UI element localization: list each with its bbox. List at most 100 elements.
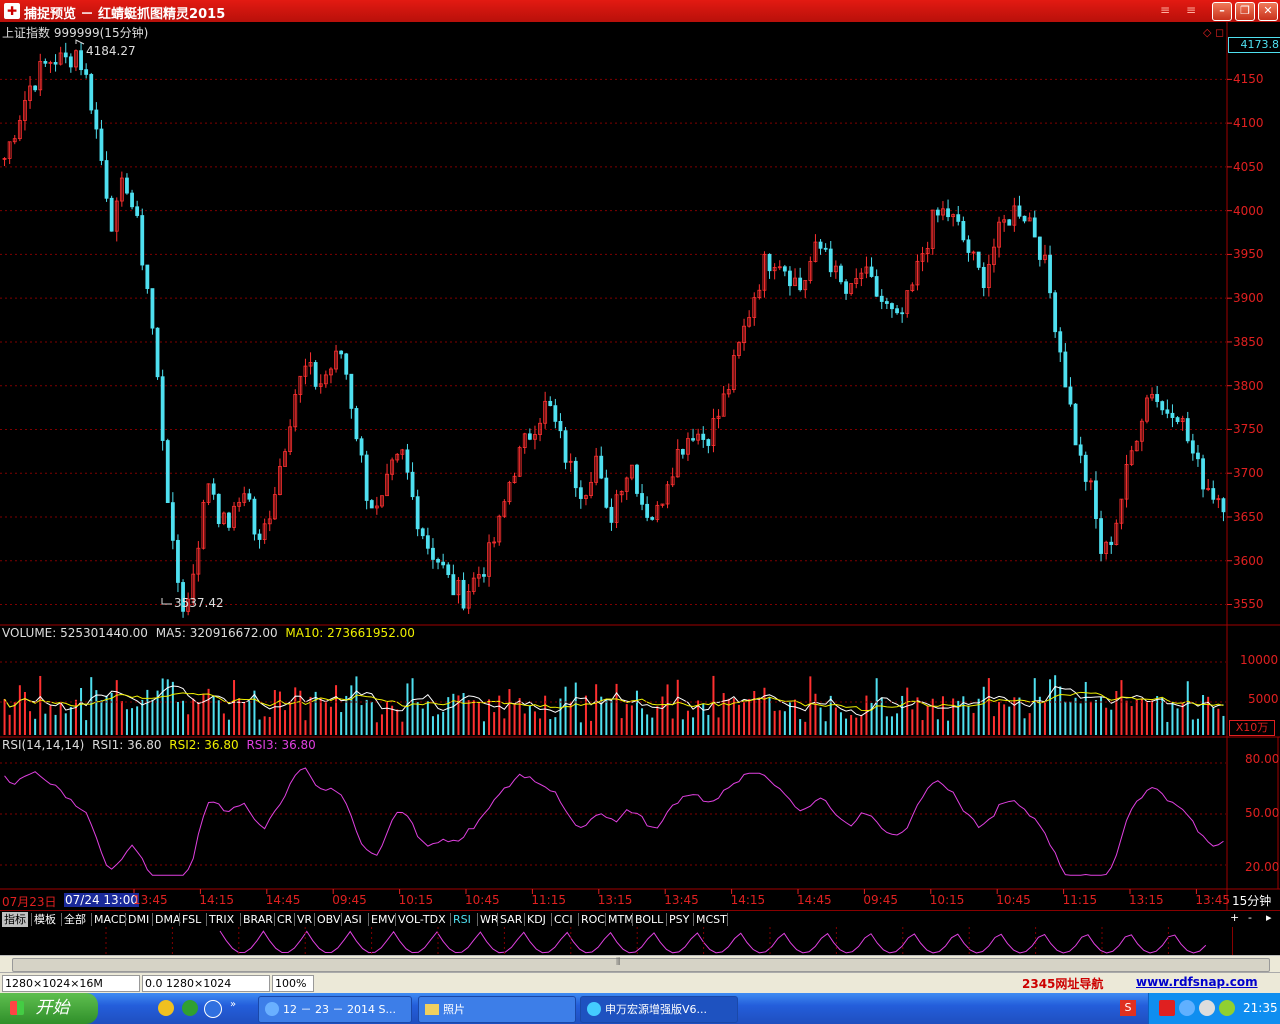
rsi-tick-50: 50.00 xyxy=(1245,806,1280,820)
y-axis-label: 3850 xyxy=(1233,334,1264,349)
candle-body xyxy=(252,498,257,535)
start-button[interactable]: 开始 xyxy=(0,993,98,1024)
candle-body xyxy=(609,506,614,523)
period-label[interactable]: 15分钟 xyxy=(1232,892,1271,909)
tab-vr[interactable]: VR xyxy=(295,912,314,927)
date-label-1: 07月23日 xyxy=(2,895,57,909)
site-link[interactable]: www.rdfsnap.com xyxy=(1136,975,1258,989)
maximize-button[interactable]: ❐ xyxy=(1235,2,1255,21)
task-button-3[interactable]: 申万宏源增强版V6... xyxy=(580,996,738,1023)
candle-body xyxy=(798,277,803,291)
tab-kdj[interactable]: KDJ xyxy=(525,912,548,927)
input-method-icon[interactable]: S xyxy=(1120,1000,1136,1016)
candle-body xyxy=(874,276,879,297)
quicklaunch-more-icon[interactable]: » xyxy=(230,999,236,1010)
mini-panel-side xyxy=(1232,927,1280,955)
candle-body xyxy=(706,439,711,446)
tab-scroll-minus[interactable]: - xyxy=(1248,911,1252,924)
rsi3-value: RSI3: 36.80 xyxy=(246,738,316,752)
candle-body xyxy=(109,197,114,232)
candle-body xyxy=(788,270,792,287)
candle-body xyxy=(578,487,583,499)
task-button-2[interactable]: 照片 xyxy=(418,996,576,1023)
minimize-button[interactable]: – xyxy=(1212,2,1232,21)
tab-cr[interactable]: CR xyxy=(275,912,294,927)
candle-body xyxy=(89,74,94,111)
y-axis-label: 4150 xyxy=(1233,72,1264,87)
candle-body xyxy=(150,288,155,329)
tab-vol-tdx[interactable]: VOL-TDX xyxy=(396,912,448,927)
tab-asi[interactable]: ASI xyxy=(342,912,364,927)
tab-scroll-arrow[interactable]: ▸ xyxy=(1266,911,1272,924)
quicklaunch-icon-1[interactable] xyxy=(158,1000,174,1016)
tab-全部[interactable]: 全部 xyxy=(62,912,88,927)
candle-body xyxy=(140,215,145,266)
tab-sar[interactable]: SAR xyxy=(498,912,524,927)
candle-body xyxy=(420,528,425,537)
horizontal-scrollbar[interactable]: ⦀ xyxy=(0,955,1280,973)
candle-body xyxy=(247,493,252,500)
candle-body xyxy=(548,400,553,407)
tab-boll[interactable]: BOLL xyxy=(633,912,665,927)
scroll-thumb[interactable] xyxy=(12,958,1270,972)
tray-icon-1[interactable] xyxy=(1159,1000,1175,1016)
candle-body xyxy=(339,350,344,355)
y-axis-label: 3600 xyxy=(1233,553,1264,568)
tab-separator xyxy=(727,913,728,926)
candle-body xyxy=(844,281,848,294)
tab-trix[interactable]: TRIX xyxy=(207,912,236,927)
tab-roc[interactable]: ROC xyxy=(579,912,607,927)
scroll-grip-icon: ⦀ xyxy=(616,957,621,968)
candle-body xyxy=(461,579,466,609)
candle-body xyxy=(1201,458,1205,490)
y-axis-label: 3950 xyxy=(1233,247,1264,262)
time-tick-label: 11:15 xyxy=(531,893,566,907)
tray-icon-4[interactable] xyxy=(1219,1000,1235,1016)
volume-ma5: MA5: 320916672.00 xyxy=(155,626,278,640)
tab-macd[interactable]: MACD xyxy=(92,912,129,927)
quicklaunch-icon-3[interactable] xyxy=(204,1000,222,1018)
tray-shield-icon[interactable] xyxy=(1179,1000,1195,1016)
tab-mcst[interactable]: MCST xyxy=(694,912,729,927)
tab-dmi[interactable]: DMI xyxy=(126,912,151,927)
clock: 21:35 xyxy=(1243,1001,1278,1015)
tray-icon-3[interactable] xyxy=(1199,1000,1215,1016)
pin-icon-2[interactable]: ≡ xyxy=(1186,3,1208,19)
candle-body xyxy=(441,561,446,566)
tab-emv[interactable]: EMV xyxy=(369,912,397,927)
time-tick-label: 10:45 xyxy=(465,893,500,907)
tab-指标[interactable]: 指标 xyxy=(2,912,28,927)
quicklaunch-icon-2[interactable] xyxy=(182,1000,198,1016)
tab-rsi[interactable]: RSI xyxy=(451,912,473,927)
candle-body xyxy=(935,209,940,216)
windows-logo-icon xyxy=(10,1001,24,1015)
tab-psy[interactable]: PSY xyxy=(667,912,691,927)
system-tray: 21:35 xyxy=(1148,993,1280,1024)
candle-body xyxy=(1083,454,1088,482)
candle-body xyxy=(33,85,38,91)
chart-area[interactable]: 上证指数 999999(15分钟) 4173.8 ◇ ◻ 4184.27 353… xyxy=(0,22,1280,910)
pin-icon[interactable]: ≡ xyxy=(1160,3,1182,19)
folder-icon xyxy=(425,1004,439,1015)
chart-config-icon[interactable]: ◇ ◻ xyxy=(1203,26,1224,39)
tab-brar[interactable]: BRAR xyxy=(241,912,275,927)
low-label: 3537.42 xyxy=(174,596,224,610)
tab-scroll-plus[interactable]: + xyxy=(1230,911,1239,924)
tab-obv[interactable]: OBV xyxy=(315,912,342,927)
candle-body xyxy=(165,440,170,503)
tab-fsl[interactable]: FSL xyxy=(180,912,203,927)
candle-body xyxy=(828,248,833,273)
close-button[interactable]: ✕ xyxy=(1258,2,1278,21)
tab-cci[interactable]: CCI xyxy=(552,912,575,927)
candle-body xyxy=(1022,215,1027,222)
stock-chart-svg[interactable] xyxy=(0,22,1280,910)
candle-body xyxy=(63,52,68,58)
candle-body xyxy=(767,253,772,272)
candle-body xyxy=(1109,541,1114,545)
candle-body xyxy=(1058,331,1063,353)
candle-body xyxy=(1007,219,1012,226)
candle-body xyxy=(43,61,48,64)
task-button-1[interactable]: 12 － 23 － 2014 S... xyxy=(258,996,412,1023)
nav-link[interactable]: 2345网址导航 xyxy=(1022,975,1103,992)
tab-模板[interactable]: 模板 xyxy=(32,912,58,927)
